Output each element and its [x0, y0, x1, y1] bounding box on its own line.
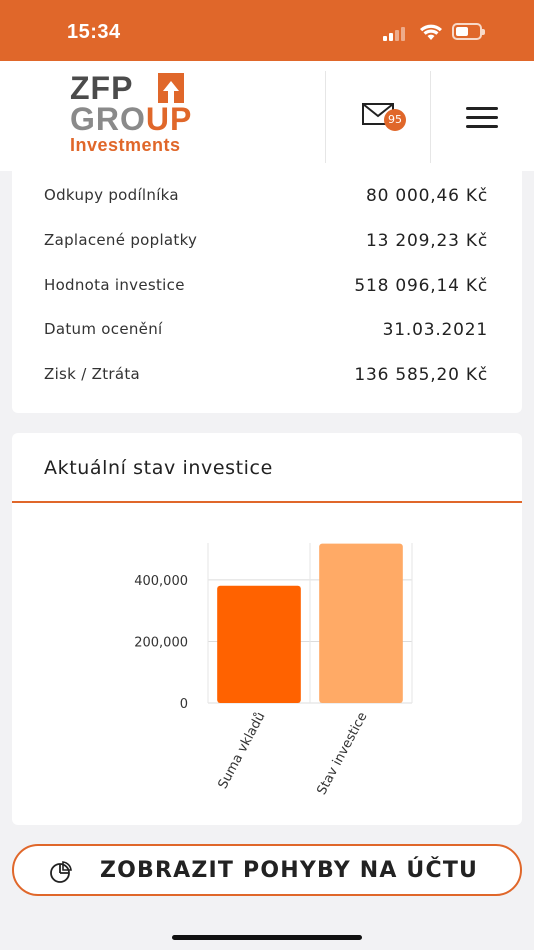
bar-1[interactable]	[319, 543, 403, 703]
y-tick-label: 0	[180, 697, 188, 712]
summary-row: Datum ocenění 31.03.2021	[44, 320, 488, 344]
y-tick-label: 400,000	[134, 574, 188, 589]
summary-label: Zisk / Ztráta	[44, 365, 141, 383]
summary-value: 80 000,46 Kč	[365, 186, 488, 206]
logo-text-zfp: ZFP	[70, 70, 134, 106]
summary-row: Odkupy podílníka 80 000,46 Kč	[44, 186, 488, 210]
summary-value: 13 209,23 Kč	[365, 231, 488, 251]
investment-summary-card: Odkupy podílníka 80 000,46 Kč Zaplacené …	[12, 171, 522, 413]
wifi-icon	[420, 24, 442, 40]
home-indicator	[172, 935, 362, 940]
cellular-signal-icon	[383, 25, 409, 41]
header-divider	[430, 71, 431, 163]
unread-count-badge: 95	[384, 109, 406, 131]
show-account-movements-button[interactable]: ZOBRAZIT POHYBY NA ÚČTU	[12, 844, 522, 896]
summary-label: Datum ocenění	[44, 320, 163, 338]
app-header: ZFP GROUP Investments 95	[0, 61, 534, 171]
chart-card-title: Aktuální stav investice	[44, 457, 273, 479]
messages-button[interactable]: 95	[356, 99, 406, 133]
status-bar: 15:34	[0, 0, 534, 61]
x-tick-label: Suma vkladů	[216, 710, 269, 792]
battery-icon	[452, 23, 485, 40]
logo-arrow-icon	[158, 73, 184, 103]
header-divider	[325, 71, 326, 163]
summary-label: Zaplacené poplatky	[44, 231, 198, 249]
summary-row: Zisk / Ztráta 136 585,20 Kč	[44, 365, 488, 389]
status-time: 15:34	[67, 21, 121, 43]
investment-status-chart-card: Aktuální stav investice 0 200,000 400,000 S…	[12, 433, 522, 825]
summary-label: Hodnota investice	[44, 276, 185, 294]
x-tick-label: Stav investice	[314, 710, 370, 798]
summary-label: Odkupy podílníka	[44, 186, 179, 204]
pie-chart-icon	[50, 861, 72, 883]
summary-value: 31.03.2021	[382, 320, 488, 340]
summary-value: 518 096,14 Kč	[354, 276, 488, 296]
summary-row: Zaplacené poplatky 13 209,23 Kč	[44, 231, 488, 255]
bar-chart: 0 200,000 400,000 Suma vkladů Stav investice	[134, 543, 413, 798]
y-tick-label: 200,000	[134, 635, 188, 650]
summary-row: Hodnota investice 518 096,14 Kč	[44, 276, 488, 300]
bar-0[interactable]	[217, 585, 301, 703]
summary-value: 136 585,20 Kč	[354, 365, 488, 385]
logo-text-investments: Investments	[70, 135, 181, 155]
show-account-movements-label: ZOBRAZIT POHYBY NA ÚČTU	[100, 858, 479, 883]
hamburger-menu-icon[interactable]	[466, 107, 498, 129]
logo-text-group: GROUP	[70, 101, 193, 137]
zfp-group-logo[interactable]: ZFP GROUP Investments	[70, 70, 220, 165]
